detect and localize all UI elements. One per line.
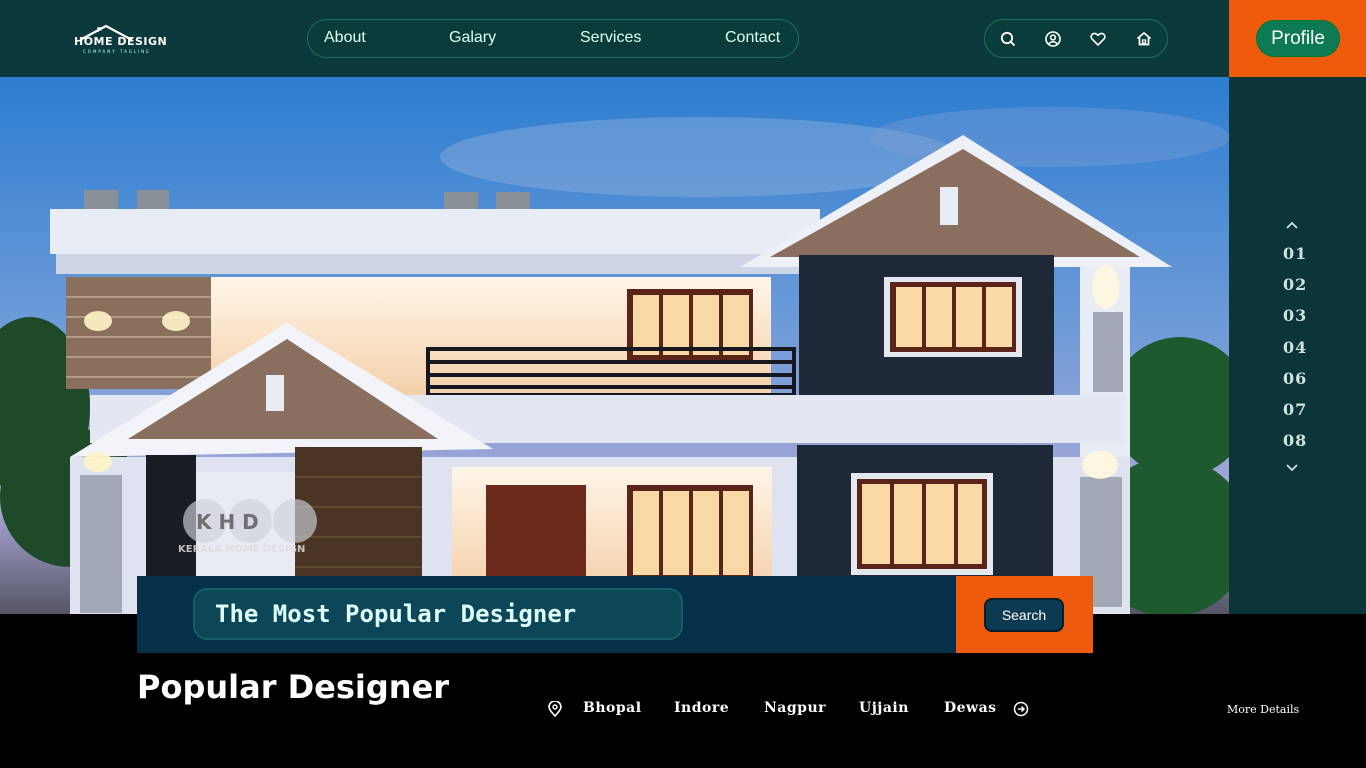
logo[interactable]: HOME DESIGN COMPANY TAGLINE bbox=[74, 24, 174, 56]
search-button-panel: Search bbox=[956, 576, 1093, 653]
chevron-down-icon[interactable] bbox=[1285, 462, 1299, 472]
pager-item-06[interactable]: 06 bbox=[1283, 369, 1313, 388]
pager-item-08[interactable]: 08 bbox=[1283, 431, 1313, 450]
location-pin-icon bbox=[548, 701, 562, 717]
pager-item-04[interactable]: 04 bbox=[1283, 338, 1313, 357]
arrow-right-circle-icon[interactable] bbox=[1013, 701, 1029, 717]
nav-contact[interactable]: Contact bbox=[725, 29, 780, 47]
main-nav: About Galary Services Contact bbox=[307, 19, 799, 58]
city-dewas[interactable]: Dewas bbox=[944, 700, 997, 716]
pager-item-01[interactable]: 01 bbox=[1283, 244, 1313, 263]
nav-about[interactable]: About bbox=[324, 29, 366, 47]
home-icon[interactable] bbox=[1135, 30, 1153, 48]
pager-item-07[interactable]: 07 bbox=[1283, 400, 1313, 419]
pager-item-03[interactable]: 03 bbox=[1283, 306, 1313, 325]
logo-text: HOME DESIGN bbox=[74, 35, 168, 48]
top-navbar: HOME DESIGN COMPANY TAGLINE About Galary… bbox=[0, 0, 1229, 77]
chevron-up-icon[interactable] bbox=[1285, 220, 1299, 230]
more-details-link[interactable]: More Details bbox=[1227, 703, 1299, 716]
header-icon-group bbox=[984, 19, 1168, 58]
nav-galary[interactable]: Galary bbox=[449, 29, 496, 47]
pager-item-02[interactable]: 02 bbox=[1283, 275, 1313, 294]
city-bhopal[interactable]: Bhopal bbox=[583, 700, 642, 716]
search-input[interactable]: The Most Popular Designer bbox=[193, 588, 683, 640]
heart-icon[interactable] bbox=[1089, 30, 1107, 48]
house-illustration: K H D KERALA HOME DESIGN bbox=[0, 77, 1229, 614]
section-title: Popular Designer bbox=[137, 668, 450, 706]
search-icon[interactable] bbox=[999, 30, 1017, 48]
watermark-text: K H D bbox=[196, 510, 259, 534]
city-nagpur[interactable]: Nagpur bbox=[764, 700, 826, 716]
city-indore[interactable]: Indore bbox=[674, 700, 729, 716]
search-bar: The Most Popular Designer bbox=[137, 576, 956, 653]
profile-button[interactable]: Profile bbox=[1256, 20, 1340, 57]
user-icon[interactable] bbox=[1044, 30, 1062, 48]
nav-services[interactable]: Services bbox=[580, 29, 641, 47]
hero-image: K H D KERALA HOME DESIGN bbox=[0, 77, 1229, 614]
profile-panel: Profile bbox=[1229, 0, 1366, 77]
slide-pager: 01 02 03 04 06 07 08 bbox=[1229, 77, 1366, 614]
watermark-subtext: KERALA HOME DESIGN bbox=[178, 544, 305, 555]
search-button[interactable]: Search bbox=[984, 598, 1064, 632]
city-ujjain[interactable]: Ujjain bbox=[859, 700, 909, 716]
logo-tagline: COMPANY TAGLINE bbox=[83, 49, 151, 54]
